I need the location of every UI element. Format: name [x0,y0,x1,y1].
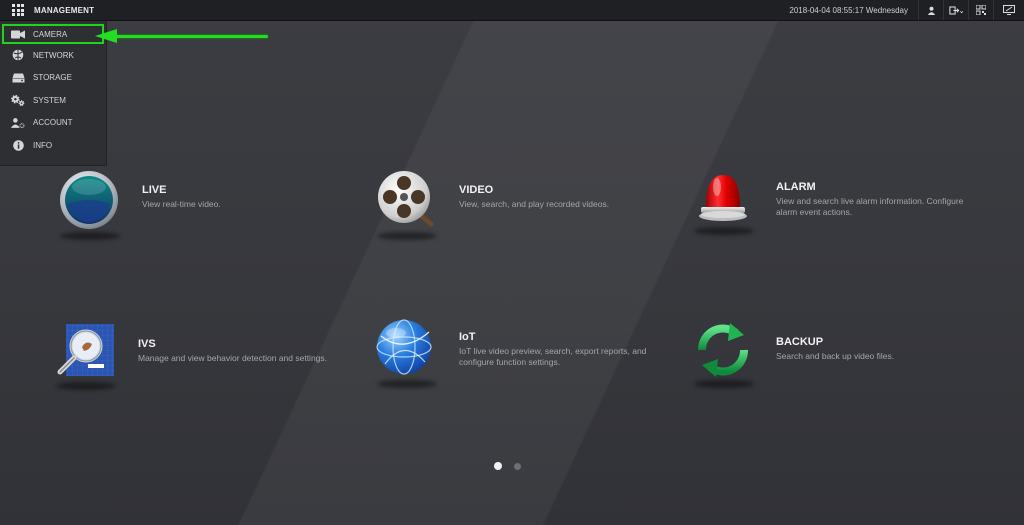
menu-item-storage[interactable]: STORAGE [0,67,106,90]
live-icon [56,170,122,240]
tile-title: ALARM [776,181,816,193]
menu-item-label: NETWORK [33,50,74,60]
datetime-display: 2018-04-04 08:55:17 Wednesday [789,5,908,15]
tile-description: View real-time video. [142,199,221,209]
tile-title: LIVE [142,184,167,196]
menu-item-label: STORAGE [33,73,72,83]
globe-icon [373,318,439,388]
pagination-dots [494,462,521,470]
menu-item-label: INFO [33,140,53,150]
menu-item-network[interactable]: NETWORK [0,44,106,67]
tile-iot[interactable]: IoT IoT live video preview, search, expo… [373,318,659,388]
tile-title: BACKUP [776,336,824,348]
alarm-siren-icon [690,165,756,235]
system-gears-icon [11,94,25,106]
tile-title: IVS [138,338,156,350]
user-icon[interactable] [918,0,943,20]
page-dot-1[interactable] [494,462,502,470]
annotation-arrow-head [95,29,117,43]
menu-item-info[interactable]: INFO [0,134,106,157]
camera-icon [11,28,25,40]
backup-refresh-icon [690,318,756,388]
management-menu: CAMERA NETWORK STORAGE SYSTEM ACCOUNT IN… [0,21,107,166]
annotation-arrow-line [112,35,268,38]
network-icon [11,49,25,61]
menu-item-label: SYSTEM [33,95,66,105]
menu-item-account[interactable]: ACCOUNT [0,112,106,135]
menu-item-camera[interactable]: CAMERA [2,24,104,44]
qr-code-icon[interactable] [968,0,993,20]
monitor-icon[interactable] [993,0,1024,20]
top-bar: MANAGEMENT 2018-04-04 08:55:17 Wednesday [0,0,1024,21]
tile-alarm[interactable]: ALARM View and search live alarm informa… [690,165,986,235]
tile-live[interactable]: LIVE View real-time video. [56,170,352,240]
page-title: MANAGEMENT [34,5,95,15]
tile-description: Search and back up video files. [776,351,895,361]
tile-description: View, search, and play recorded videos. [459,199,610,209]
account-icon [11,117,25,129]
tile-ivs[interactable]: IVS Manage and view behavior detection a… [52,320,348,390]
info-icon [11,139,25,151]
film-reel-icon [373,170,439,240]
menu-item-label: CAMERA [33,29,68,39]
ivs-magnifier-icon [52,320,118,390]
tile-video[interactable]: VIDEO View, search, and play recorded vi… [373,170,669,240]
tile-backup[interactable]: BACKUP Search and back up video files. [690,318,986,388]
storage-icon [11,72,25,84]
tile-description: Manage and view behavior detection and s… [138,353,328,363]
logout-icon[interactable] [943,0,968,20]
tile-title: IoT [459,331,476,343]
tile-description: View and search live alarm information. … [776,196,964,217]
grid-menu-icon[interactable] [11,3,25,17]
menu-item-label: ACCOUNT [33,118,73,128]
desktop-background [0,0,1024,525]
tile-title: VIDEO [459,184,494,196]
page-dot-2[interactable] [514,462,521,470]
menu-item-system[interactable]: SYSTEM [0,89,106,112]
tile-description: IoT live video preview, search, export r… [459,346,647,367]
